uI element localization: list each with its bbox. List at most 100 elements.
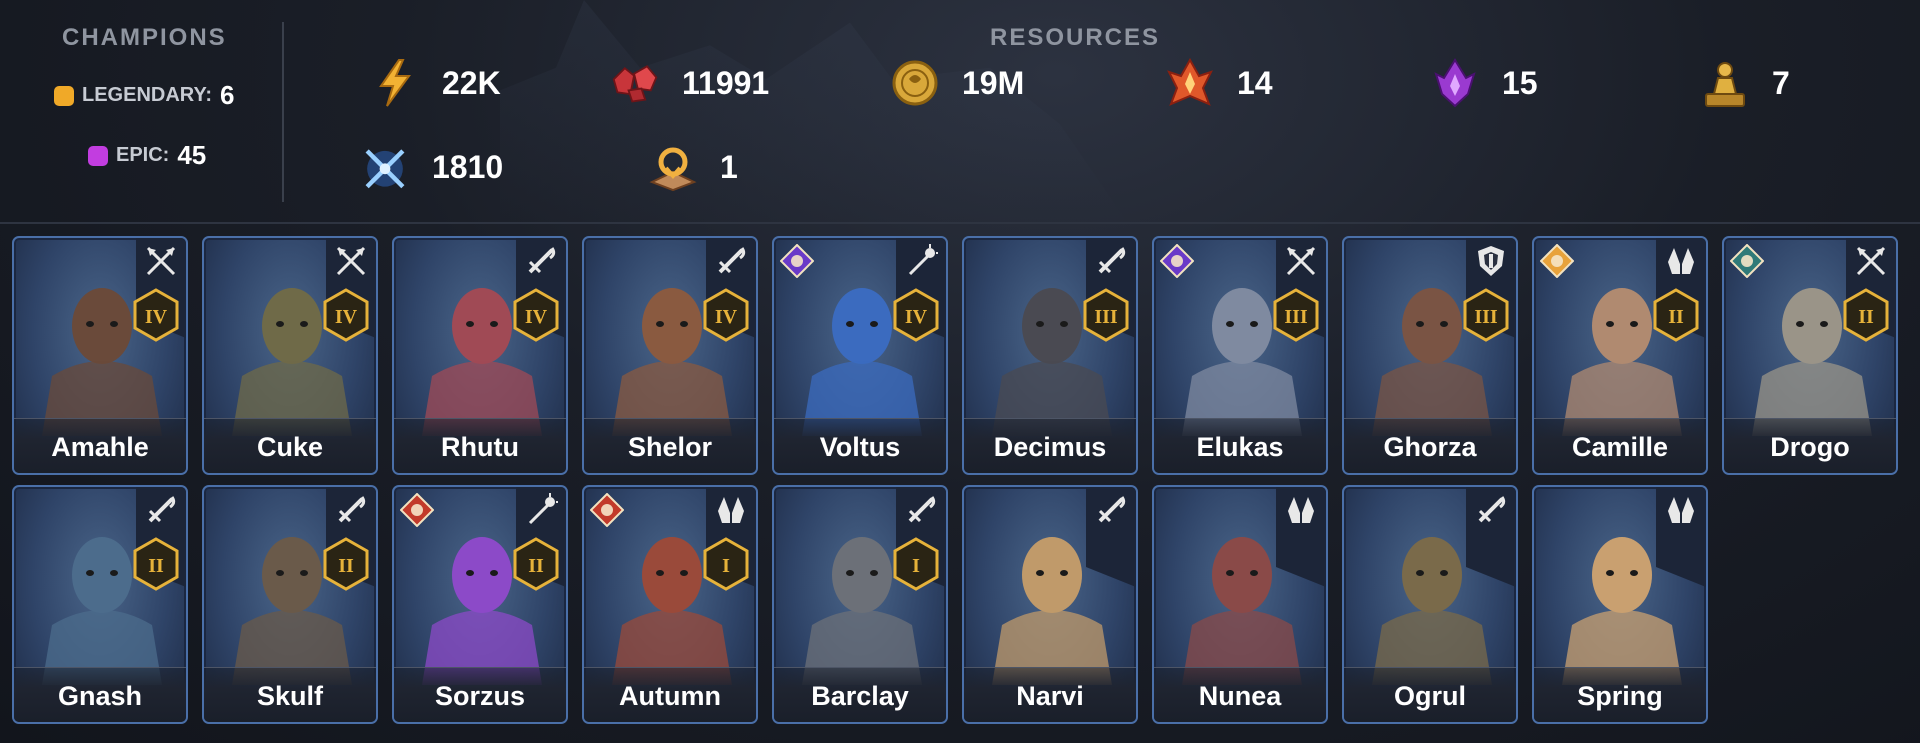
spirit-affinity-icon	[1539, 243, 1575, 279]
champion-name: Decimus	[993, 432, 1107, 462]
champion-card[interactable]: II Skulf	[202, 485, 378, 724]
champion-card[interactable]: Nunea	[1152, 485, 1328, 724]
epic-value: 45	[177, 140, 207, 170]
epic-dot-icon	[88, 145, 108, 166]
arrows-icon	[1854, 244, 1888, 278]
tome-value: 1	[720, 148, 738, 185]
rank-badge: I	[892, 537, 940, 591]
hands-icon	[1664, 493, 1698, 527]
champion-name: Autumn	[619, 681, 721, 711]
rank-badge: II	[132, 537, 180, 591]
champion-name: Shelor	[627, 432, 713, 462]
champion-card[interactable]: IV Amahle	[12, 236, 188, 475]
champion-name: Sorzus	[434, 681, 526, 711]
champion-name: Elukas	[1196, 432, 1284, 462]
arena-tokens-icon	[360, 142, 410, 192]
gold-statue-icon	[1700, 58, 1750, 108]
epic-label: EPIC:	[116, 144, 170, 166]
champion-card[interactable]: IV Voltus	[772, 236, 948, 475]
rank-label: III	[1284, 306, 1308, 328]
champion-card[interactable]: IV Shelor	[582, 236, 758, 475]
champion-name: Gnash	[57, 681, 143, 711]
champion-card[interactable]: I Autumn	[582, 485, 758, 724]
rank-badge: II	[322, 537, 370, 591]
resource-void-shard: 15	[1430, 58, 1538, 108]
arrows-icon	[144, 244, 178, 278]
rank-badge: I	[702, 537, 750, 591]
arrows-icon	[1284, 244, 1318, 278]
champion-card[interactable]: Narvi	[962, 485, 1138, 724]
rank-badge: IV	[322, 288, 370, 342]
shield-icon	[1474, 244, 1508, 278]
tome-icon	[648, 142, 698, 192]
rank-label: III	[1094, 306, 1118, 328]
force-affinity-icon	[1729, 243, 1765, 279]
champion-name: Spring	[1577, 681, 1663, 711]
silver-value: 19M	[962, 64, 1025, 101]
rank-label: IV	[715, 306, 738, 328]
champion-card[interactable]: IV Rhutu	[392, 236, 568, 475]
gems-value: 11991	[682, 64, 770, 101]
champion-card[interactable]: IV Cuke	[202, 236, 378, 475]
hands-icon	[1664, 244, 1698, 278]
sword-icon	[904, 493, 938, 527]
resource-silver: 19M	[890, 58, 1024, 108]
rank-badge: III	[1082, 288, 1130, 342]
resource-gold-statue: 7	[1700, 58, 1790, 108]
arrows-icon	[334, 244, 368, 278]
champion-card[interactable]: III Decimus	[962, 236, 1138, 475]
void-affinity-icon	[779, 243, 815, 279]
legendary-label: LEGENDARY:	[82, 84, 212, 106]
hands-icon	[714, 493, 748, 527]
resource-tome: 1	[648, 142, 738, 192]
rank-label: II	[1858, 306, 1874, 328]
rank-label: IV	[145, 306, 168, 328]
champion-card[interactable]: Spring	[1532, 485, 1708, 724]
rank-badge: II	[1652, 288, 1700, 342]
rank-label: IV	[525, 306, 548, 328]
legendary-dot-icon	[54, 85, 74, 106]
summary-header: CHAMPIONS LEGENDARY: 6 EPIC: 45 RESOURCE…	[0, 0, 1920, 224]
sword-icon	[714, 244, 748, 278]
rank-badge: III	[1272, 288, 1320, 342]
rank-label: II	[148, 555, 164, 577]
energy-icon	[370, 58, 420, 108]
fire-shard-icon	[1165, 58, 1215, 108]
champion-name: Rhutu	[441, 432, 519, 462]
legendary-value: 6	[220, 80, 235, 110]
sword-icon	[1094, 244, 1128, 278]
rank-label: IV	[905, 306, 928, 328]
champion-card[interactable]: I Barclay	[772, 485, 948, 724]
epic-count: EPIC: 45	[88, 140, 206, 171]
champion-card[interactable]: III Ghorza	[1342, 236, 1518, 475]
rank-label: III	[1474, 306, 1498, 328]
rank-badge: IV	[892, 288, 940, 342]
champion-name: Camille	[1571, 432, 1669, 462]
champion-name: Skulf	[256, 681, 323, 711]
fire-shard-value: 14	[1237, 64, 1273, 101]
resource-gems: 11991	[610, 58, 769, 108]
champion-card[interactable]: III Elukas	[1152, 236, 1328, 475]
resource-energy: 22K	[370, 58, 501, 108]
rank-badge: IV	[512, 288, 560, 342]
ruby-gems-icon	[610, 58, 660, 108]
champion-card[interactable]: II Sorzus	[392, 485, 568, 724]
champion-name: Ogrul	[1394, 681, 1466, 711]
champion-card[interactable]: II Drogo	[1722, 236, 1898, 475]
resource-arena-tokens: 1810	[360, 142, 503, 192]
champion-card[interactable]: Ogrul	[1342, 485, 1518, 724]
header-divider	[282, 22, 284, 202]
resource-fire-shard: 14	[1165, 58, 1273, 108]
void-affinity-icon	[1159, 243, 1195, 279]
sword-icon	[1474, 493, 1508, 527]
sword-icon	[524, 244, 558, 278]
rank-label: II	[1668, 306, 1684, 328]
champion-card[interactable]: II Camille	[1532, 236, 1708, 475]
void-shard-value: 15	[1502, 64, 1538, 101]
silver-coin-icon	[890, 58, 940, 108]
champion-card[interactable]: II Gnash	[12, 485, 188, 724]
magic-affinity-icon	[399, 492, 435, 528]
rank-label: I	[912, 555, 920, 577]
staff-icon	[524, 493, 558, 527]
rank-badge: II	[512, 537, 560, 591]
